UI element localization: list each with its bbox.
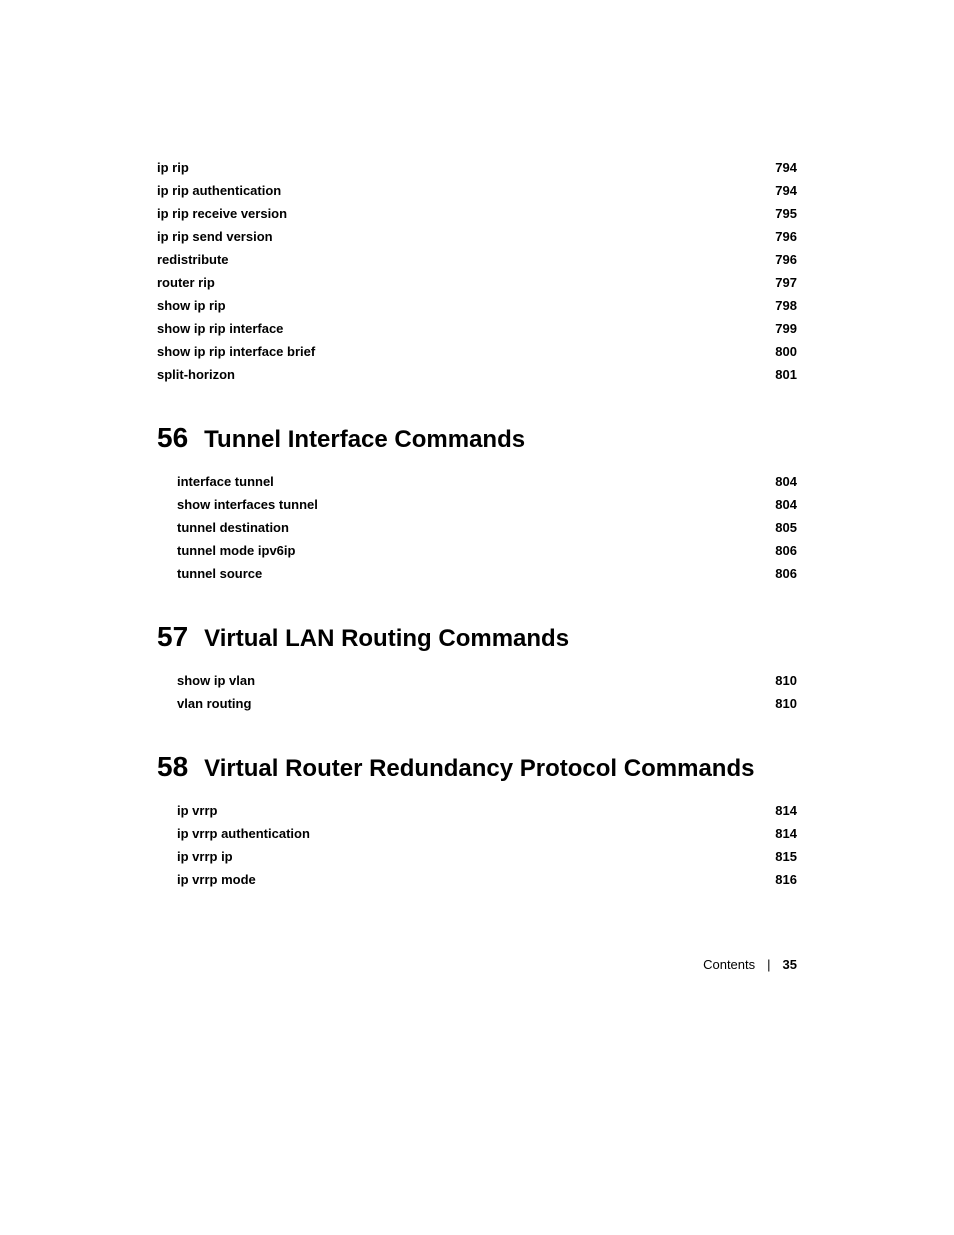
toc-entry-label: ip vrrp [177,803,217,818]
toc-entry: vlan routing 810 [177,696,797,711]
chapter-number: 56 [157,422,188,454]
toc-entry: redistribute 796 [157,252,797,267]
toc-entry-page: 796 [767,252,797,267]
toc-entry: show ip rip interface 799 [157,321,797,336]
toc-entry-page: 806 [767,566,797,581]
toc-entry-page: 816 [767,872,797,887]
toc-entry-page: 815 [767,849,797,864]
toc-entry-label: show ip vlan [177,673,255,688]
chapter-title: Virtual Router Redundancy Protocol Comma… [204,755,754,783]
toc-entry-label: split-horizon [157,367,235,382]
top-entries-section: ip rip 794 ip rip authentication 794 ip … [157,160,797,382]
toc-entry: router rip 797 [157,275,797,290]
toc-entry: tunnel destination 805 [177,520,797,535]
toc-entry-page: 797 [767,275,797,290]
toc-entry: interface tunnel 804 [177,474,797,489]
toc-entry: ip vrrp ip 815 [177,849,797,864]
chapters-container: 56 Tunnel Interface Commands interface t… [157,422,797,887]
toc-entry-label: tunnel destination [177,520,289,535]
toc-entry: tunnel source 806 [177,566,797,581]
entries-section: interface tunnel 804 show interfaces tun… [177,474,797,581]
toc-entry-label: interface tunnel [177,474,274,489]
toc-entry-label: show interfaces tunnel [177,497,318,512]
chapter-section: 56 Tunnel Interface Commands interface t… [157,422,797,581]
toc-entry: show interfaces tunnel 804 [177,497,797,512]
toc-entry-label: tunnel mode ipv6ip [177,543,295,558]
toc-entry: ip vrrp authentication 814 [177,826,797,841]
toc-entry-label: redistribute [157,252,229,267]
toc-entry-label: ip rip [157,160,189,175]
toc-entry-page: 814 [767,826,797,841]
chapter-heading: 57 Virtual LAN Routing Commands [157,621,797,653]
toc-entry: ip vrrp 814 [177,803,797,818]
toc-entry-page: 814 [767,803,797,818]
toc-entry-page: 806 [767,543,797,558]
toc-entry-label: router rip [157,275,215,290]
toc-entry-page: 810 [767,696,797,711]
footer: Contents | 35 [157,947,797,972]
chapter-heading: 58 Virtual Router Redundancy Protocol Co… [157,751,797,783]
toc-entry-label: ip vrrp authentication [177,826,310,841]
entries-section: ip vrrp 814 ip vrrp authentication 814 i… [177,803,797,887]
footer-separator: | [767,957,770,972]
toc-entry-page: 810 [767,673,797,688]
toc-entry-page: 794 [767,183,797,198]
toc-entry: ip rip send version 796 [157,229,797,244]
chapter-title: Tunnel Interface Commands [204,426,525,454]
toc-entry: show ip rip 798 [157,298,797,313]
toc-entry-label: ip rip send version [157,229,273,244]
toc-entry-page: 804 [767,474,797,489]
chapter-section: 57 Virtual LAN Routing Commands show ip … [157,621,797,711]
chapter-section: 58 Virtual Router Redundancy Protocol Co… [157,751,797,887]
toc-entry: ip rip authentication 794 [157,183,797,198]
toc-entry-label: show ip rip interface brief [157,344,315,359]
toc-entry-page: 796 [767,229,797,244]
toc-entry-label: ip rip receive version [157,206,287,221]
page-container: ip rip 794 ip rip authentication 794 ip … [117,160,837,972]
toc-entry-label: show ip rip interface [157,321,283,336]
chapter-number: 57 [157,621,188,653]
toc-entry: ip rip receive version 795 [157,206,797,221]
toc-entry-page: 800 [767,344,797,359]
toc-entry-label: tunnel source [177,566,262,581]
toc-entry-label: ip vrrp ip [177,849,233,864]
toc-entry: ip vrrp mode 816 [177,872,797,887]
entries-section: show ip vlan 810 vlan routing 810 [177,673,797,711]
toc-entry-label: ip vrrp mode [177,872,256,887]
toc-entry-page: 798 [767,298,797,313]
toc-entry: show ip rip interface brief 800 [157,344,797,359]
footer-page: 35 [783,957,797,972]
toc-entry-label: vlan routing [177,696,251,711]
toc-entry-page: 795 [767,206,797,221]
chapter-number: 58 [157,751,188,783]
toc-entry-page: 799 [767,321,797,336]
toc-entry-page: 801 [767,367,797,382]
chapter-heading: 56 Tunnel Interface Commands [157,422,797,454]
toc-entry-label: ip rip authentication [157,183,281,198]
toc-entry-page: 805 [767,520,797,535]
toc-entry-page: 794 [767,160,797,175]
toc-entry-label: show ip rip [157,298,226,313]
footer-label: Contents [703,957,755,972]
toc-entry: ip rip 794 [157,160,797,175]
toc-entry-page: 804 [767,497,797,512]
toc-entry: split-horizon 801 [157,367,797,382]
toc-entry: show ip vlan 810 [177,673,797,688]
toc-entry: tunnel mode ipv6ip 806 [177,543,797,558]
chapter-title: Virtual LAN Routing Commands [204,625,569,653]
